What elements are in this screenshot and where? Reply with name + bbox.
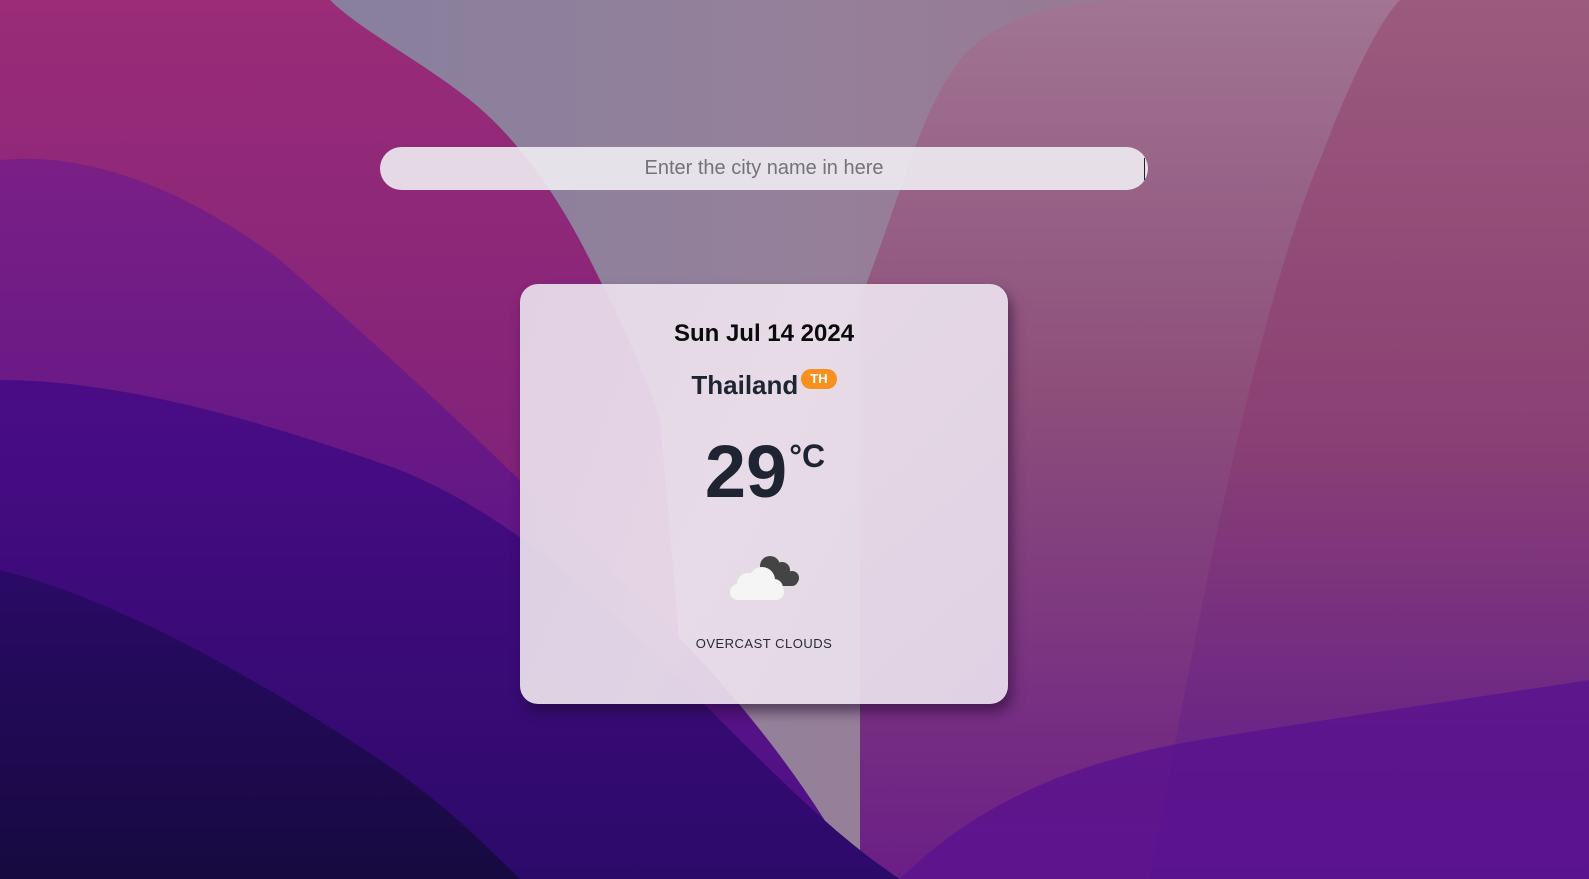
weather-description: OVERCAST CLOUDS [695,636,833,651]
city-search-input[interactable] [380,146,1148,191]
location-row: Thailand TH [520,369,1008,400]
country-code-badge: TH [801,369,837,389]
temperature-display: 29 °C [520,434,1008,510]
temperature-unit: °C [789,438,826,474]
weather-card: Sun Jul 14 2024 Thailand TH 29 °C OVERCA… [520,284,1008,704]
temperature-value: 29 [704,430,788,513]
text-caret [1144,158,1145,180]
weather-date: Sun Jul 14 2024 [673,320,855,347]
overcast-clouds-icon [730,556,799,600]
city-search-bar[interactable] [380,146,1148,191]
country-name: Thailand [691,370,799,400]
